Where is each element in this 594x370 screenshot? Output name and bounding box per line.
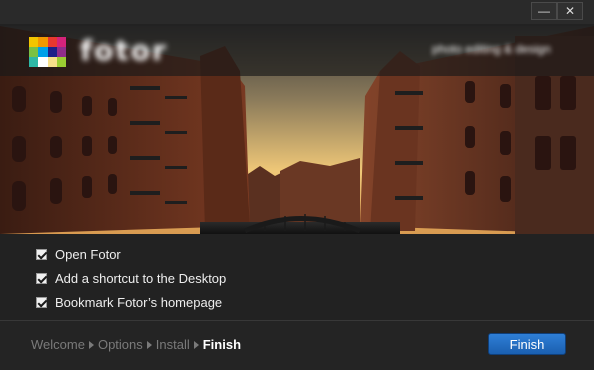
option-open-fotor[interactable]: Open Fotor bbox=[36, 242, 226, 266]
logo-tile bbox=[47, 57, 57, 67]
logo-tile bbox=[29, 57, 39, 67]
logo-tile bbox=[29, 47, 39, 57]
step-arrow-icon bbox=[146, 340, 152, 349]
brand-name: fotor bbox=[80, 34, 168, 67]
logo-tile bbox=[47, 47, 57, 57]
step-welcome: Welcome bbox=[31, 337, 85, 352]
logo-tile bbox=[38, 57, 48, 67]
logo-tile bbox=[56, 57, 66, 67]
logo-tile bbox=[56, 37, 66, 47]
step-arrow-icon bbox=[193, 340, 199, 349]
step-options: Options bbox=[97, 337, 143, 352]
logo-tile bbox=[38, 37, 48, 47]
logo-tile bbox=[56, 47, 66, 57]
logo-tile bbox=[38, 47, 48, 57]
title-bar[interactable]: — ✕ bbox=[0, 0, 594, 24]
option-label: Open Fotor bbox=[55, 246, 121, 262]
checkbox-bookmark-homepage[interactable] bbox=[36, 296, 47, 308]
close-icon: ✕ bbox=[564, 4, 576, 18]
minimize-icon: — bbox=[538, 4, 550, 18]
finish-button[interactable]: Finish bbox=[488, 333, 566, 355]
fotor-logo-icon bbox=[29, 37, 66, 67]
option-bookmark-homepage[interactable]: Bookmark Fotor’s homepage bbox=[36, 290, 226, 314]
minimize-button[interactable]: — bbox=[531, 2, 557, 20]
option-label: Bookmark Fotor’s homepage bbox=[55, 294, 223, 310]
close-button[interactable]: ✕ bbox=[557, 2, 583, 20]
checkbox-desktop-shortcut[interactable] bbox=[36, 272, 47, 284]
logo-tile bbox=[29, 37, 39, 47]
option-label: Add a shortcut to the Desktop bbox=[55, 270, 227, 286]
step-install: Install bbox=[155, 337, 190, 352]
step-breadcrumb: Welcome Options Install Finish bbox=[31, 337, 241, 352]
option-desktop-shortcut[interactable]: Add a shortcut to the Desktop bbox=[36, 266, 226, 290]
step-arrow-icon bbox=[88, 340, 94, 349]
brand-tagline: photo editing & design bbox=[432, 42, 551, 56]
checkbox-open-fotor[interactable] bbox=[36, 248, 47, 260]
logo-tile bbox=[47, 37, 57, 47]
step-finish: Finish bbox=[202, 337, 242, 352]
installer-window: — ✕ fotor photo editing & design Open Fo… bbox=[0, 0, 594, 370]
install-options: Open Fotor Add a shortcut to the Desktop… bbox=[36, 242, 226, 314]
